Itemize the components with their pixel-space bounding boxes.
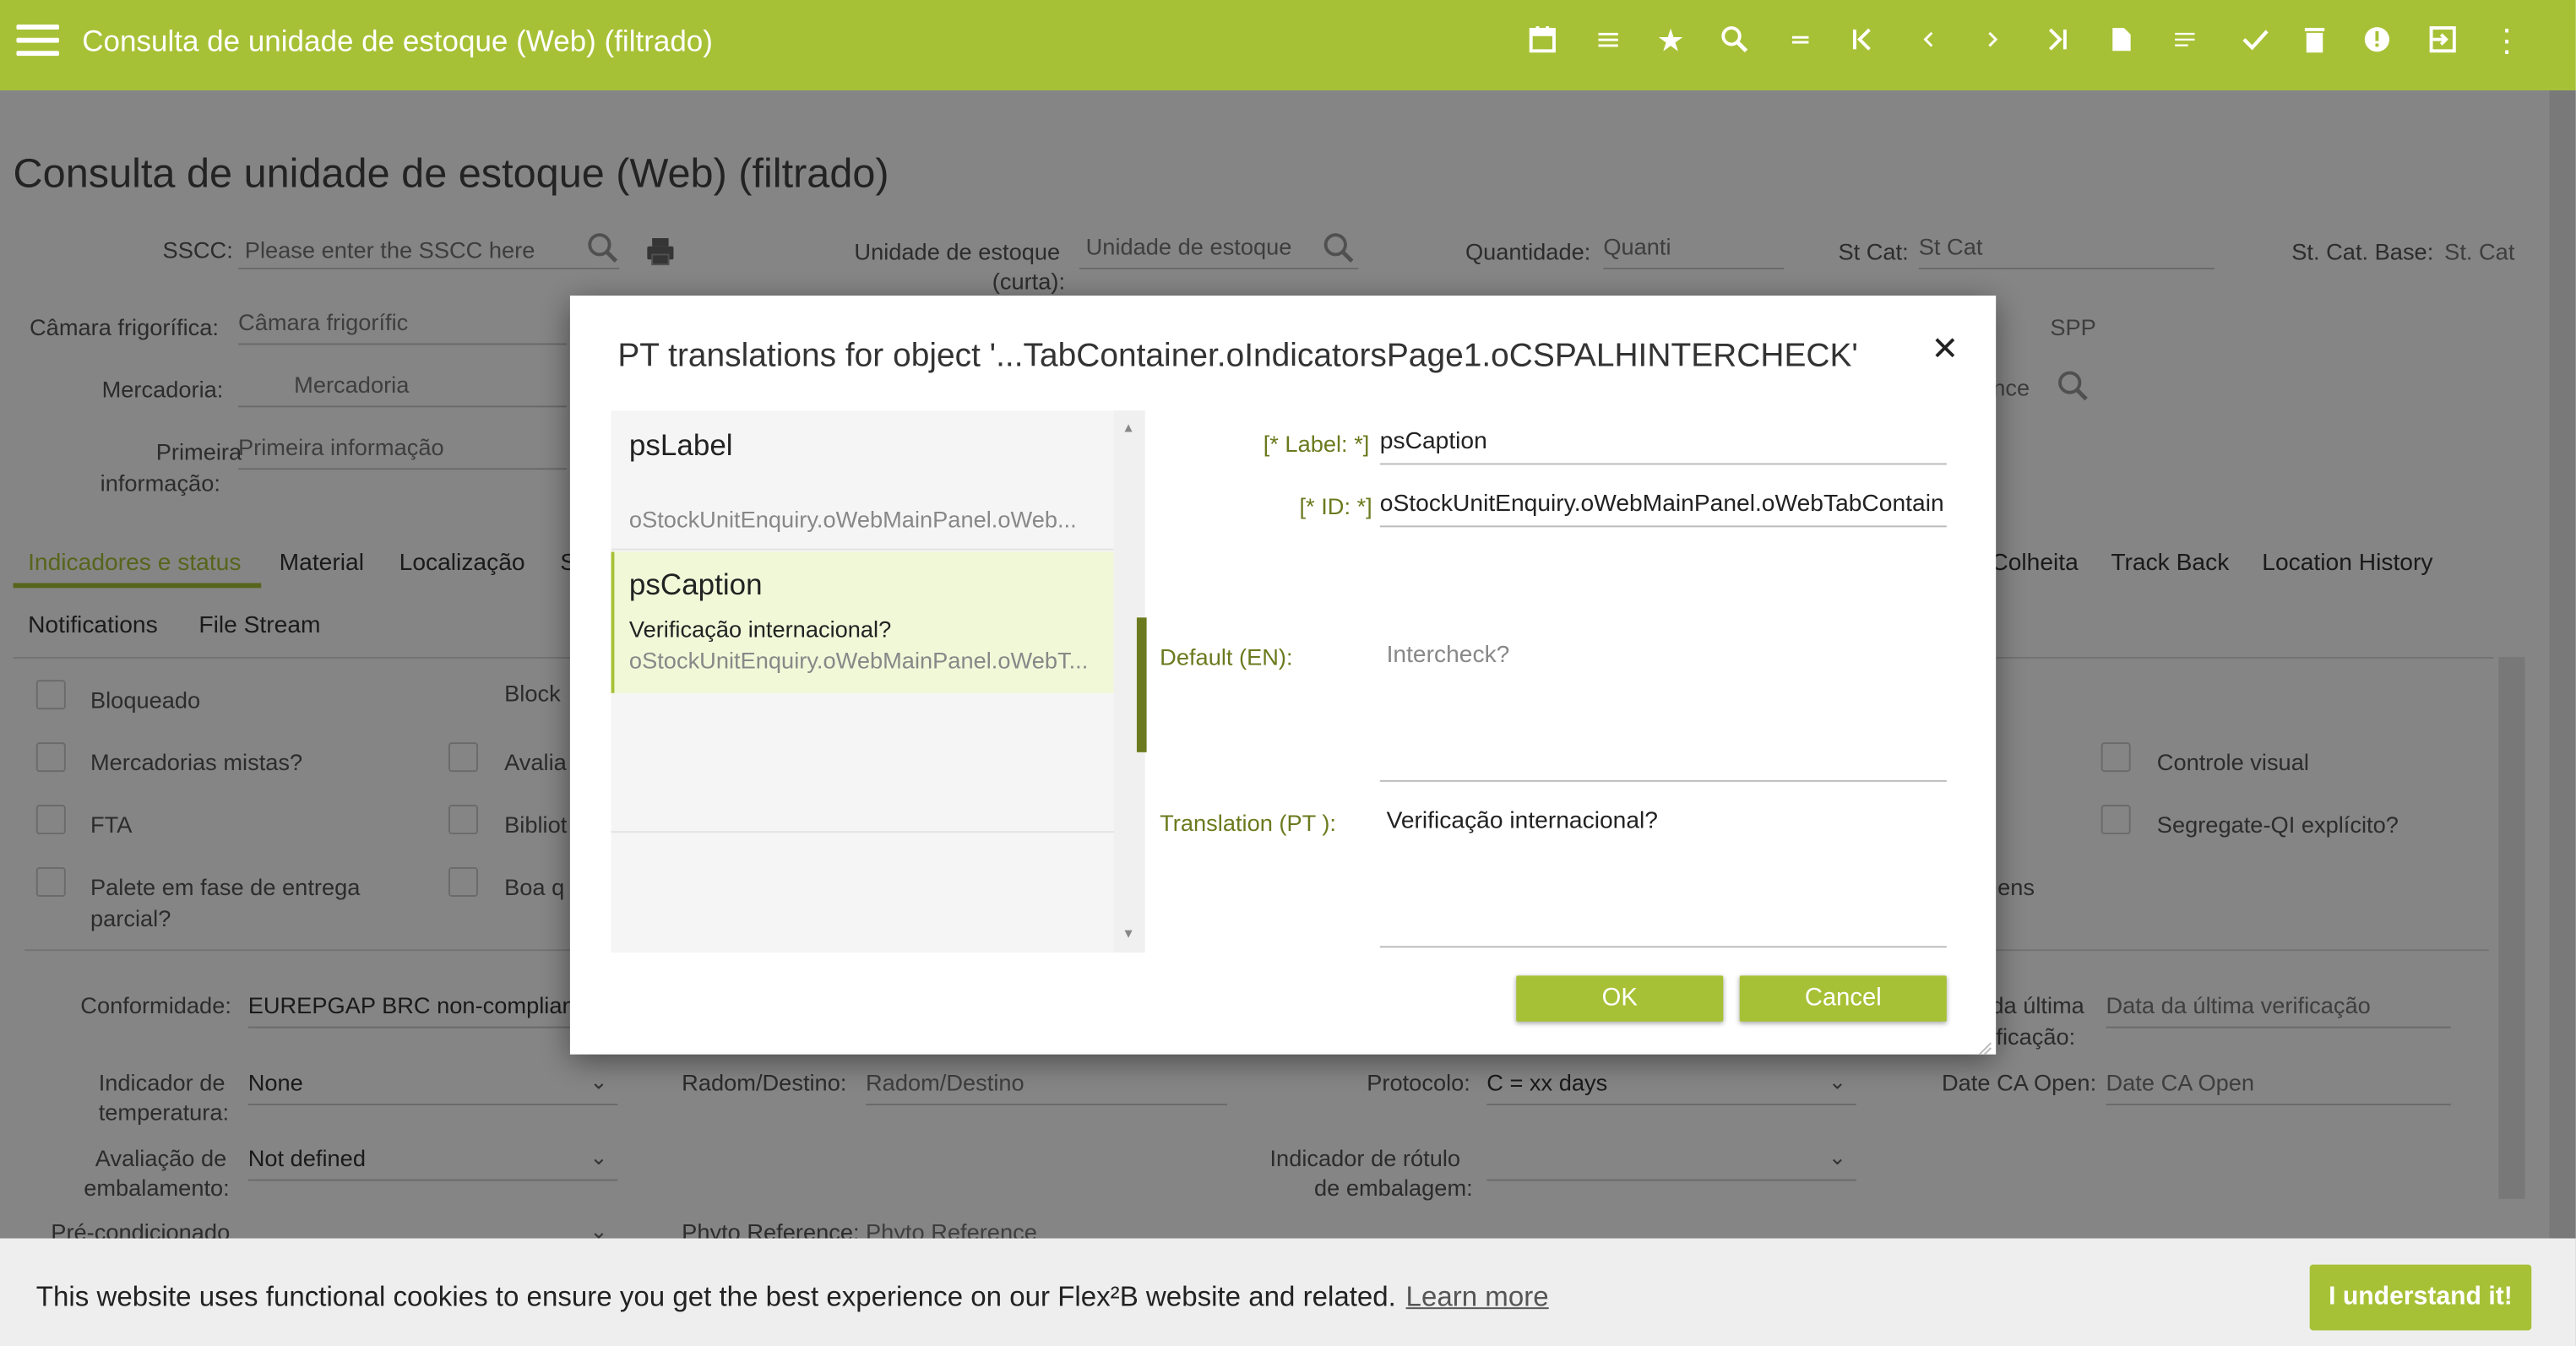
last-page-icon[interactable] [2039, 24, 2075, 61]
delete-icon[interactable] [2296, 24, 2333, 61]
app-header: Consulta de unidade de estoque (Web) (fi… [0, 0, 2576, 90]
list-divider [611, 548, 1114, 551]
scroll-down-icon[interactable]: ▼ [1122, 926, 1134, 942]
new-document-icon[interactable] [2103, 24, 2139, 61]
search-icon[interactable] [1717, 24, 1753, 61]
cookie-text-row: This website uses functional cookies to … [36, 1281, 1549, 1314]
list-item-name: psLabel [628, 428, 733, 462]
list-item-name: psCaption [628, 567, 763, 601]
label-field-input[interactable]: psCaption [1379, 429, 1947, 465]
id-field-label: [* ID: *] [1299, 492, 1372, 519]
list-item-selected[interactable]: psCaption Verificação internacional? oSt… [611, 551, 1114, 693]
default-en-textarea[interactable]: Intercheck? [1379, 634, 1947, 782]
next-icon[interactable] [1975, 24, 2011, 61]
splitter-handle[interactable] [1136, 617, 1147, 752]
equals-icon[interactable] [1782, 24, 1818, 61]
star-icon[interactable]: ★ [1653, 24, 1689, 61]
list-icon[interactable] [1590, 24, 1627, 61]
list-item[interactable]: psLabel oStockUnitEnquiry.oWebMainPanel.… [611, 410, 1114, 548]
translation-list: psLabel oStockUnitEnquiry.oWebMainPanel.… [611, 410, 1145, 953]
list-divider [611, 831, 1114, 833]
list-item-path: oStockUnitEnquiry.oWebMainPanel.oWebT... [628, 647, 1089, 674]
list-item-translation: Verificação internacional? [628, 616, 892, 643]
resize-grip-icon[interactable] [1976, 1034, 1992, 1064]
cancel-button[interactable]: Cancel [1739, 975, 1947, 1022]
calendar-icon[interactable] [1524, 24, 1561, 61]
list-item-path: oStockUnitEnquiry.oWebMainPanel.oWeb... [628, 506, 1077, 533]
translation-dialog: PT translations for object '...TabContai… [569, 296, 1997, 1056]
translation-pt-label: Translation (PT ): [1160, 809, 1337, 837]
label-field-label: [* Label: *] [1263, 430, 1370, 457]
scroll-up-icon[interactable]: ▲ [1122, 421, 1134, 436]
cookie-banner: This website uses functional cookies to … [0, 1238, 2576, 1346]
default-en-label: Default (EN): [1160, 643, 1293, 670]
first-page-icon[interactable] [1845, 24, 1881, 61]
prev-icon[interactable] [1910, 24, 1947, 61]
info-icon[interactable] [2359, 24, 2395, 61]
screen: Consulta de unidade de estoque (Web) (fi… [0, 0, 2576, 1346]
check-icon[interactable] [2237, 24, 2274, 61]
accept-cookies-button[interactable]: I understand it! [2309, 1264, 2532, 1331]
app-title: Consulta de unidade de estoque (Web) (fi… [82, 24, 713, 58]
ok-button[interactable]: OK [1516, 975, 1724, 1022]
dialog-title: PT translations for object '...TabContai… [617, 338, 1858, 375]
more-vert-icon[interactable]: ⋮ [2489, 24, 2525, 61]
hamburger-menu-icon[interactable] [16, 24, 60, 61]
translation-pt-value: Verificação internacional? [1386, 807, 1658, 835]
default-en-value: Intercheck? [1386, 642, 1510, 669]
cookie-message: This website uses functional cookies to … [35, 1281, 1396, 1313]
translation-pt-textarea[interactable]: Verificação internacional? [1379, 800, 1947, 948]
learn-more-link[interactable]: Learn more [1406, 1281, 1549, 1312]
exit-icon[interactable] [2425, 24, 2461, 61]
notes-icon[interactable] [2166, 24, 2203, 61]
id-field-input[interactable]: oStockUnitEnquiry.oWebMainPanel.oWebTabC… [1379, 491, 1947, 528]
close-icon[interactable]: ✕ [1927, 332, 1963, 368]
